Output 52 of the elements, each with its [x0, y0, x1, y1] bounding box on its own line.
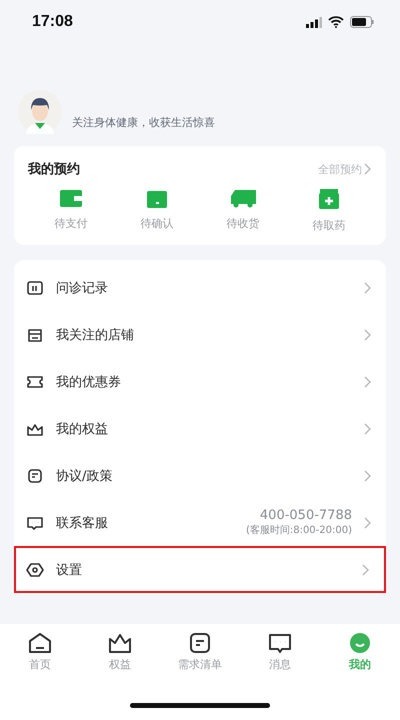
menu-row[interactable]: 问诊记录: [14, 264, 386, 311]
avatar-icon: [18, 90, 62, 134]
all-appointments-link[interactable]: 全部预约: [318, 162, 372, 176]
appointment-status-button[interactable]: 待收货: [220, 186, 266, 235]
highlighted-menu-row[interactable]: 设置: [14, 546, 386, 593]
menu-label: 联系客服: [56, 514, 109, 532]
crown-icon: [108, 632, 132, 654]
menu-label: 设置: [56, 562, 83, 578]
menu-label: 我的优惠券: [56, 374, 122, 390]
chevron-icon: [364, 470, 372, 482]
chevron-icon: [364, 422, 372, 434]
appointment-status-button[interactable]: 待支付: [48, 186, 94, 235]
status-time: 17:08: [32, 13, 73, 31]
medicine-box-icon: [317, 188, 341, 210]
appointment-status-button[interactable]: 待取药: [306, 186, 352, 235]
menu-row[interactable]: 我的优惠券: [14, 358, 386, 405]
appointment-status-button[interactable]: 待确认: [134, 186, 180, 235]
section-title: 我的预约: [28, 161, 80, 178]
chevron-icon: [364, 516, 372, 528]
smile-icon: [348, 632, 372, 654]
document-icon: [188, 632, 212, 654]
settings-icon: [26, 560, 44, 578]
tab[interactable]: 我的: [325, 630, 395, 674]
tab[interactable]: 需求清单: [165, 630, 235, 674]
menu-row[interactable]: 我关注的店铺: [14, 311, 386, 358]
briefcase-icon: [145, 188, 169, 208]
chat-icon: [268, 632, 292, 654]
menu-label: 我的权益: [56, 420, 109, 438]
wallet-icon: [59, 188, 83, 208]
menu-row[interactable]: 联系客服 400-050-7788 (客服时间:8:00-20:00): [14, 499, 386, 546]
home-icon: [28, 632, 52, 654]
menu-label: 我关注的店铺: [56, 326, 135, 344]
menu-label: 问诊记录: [56, 280, 109, 296]
truck-icon: [229, 188, 257, 208]
tab[interactable]: 权益: [85, 630, 155, 674]
wifi-icon: [328, 16, 344, 28]
menu-row[interactable]: 协议/政策: [14, 452, 386, 499]
menu-row[interactable]: 我的权益: [14, 405, 386, 452]
phone-number: 400-050-7788: [260, 508, 352, 523]
profile-slogan: 关注身体健康，收获生活惊喜: [72, 115, 215, 130]
chevron-icon: [364, 282, 372, 294]
chevron-icon: [362, 564, 370, 576]
chevron-icon: [364, 328, 372, 340]
chevron-icon: [364, 376, 372, 388]
tab[interactable]: 消息: [245, 630, 315, 674]
tab[interactable]: 首页: [5, 630, 75, 674]
document-icon: [26, 466, 44, 484]
battery-icon: [350, 16, 374, 28]
chevron-icon: [364, 163, 372, 175]
signal-icon: [306, 16, 322, 28]
menu-label: 协议/政策: [56, 468, 114, 484]
service-hours: (客服时间:8:00-20:00): [246, 524, 352, 537]
